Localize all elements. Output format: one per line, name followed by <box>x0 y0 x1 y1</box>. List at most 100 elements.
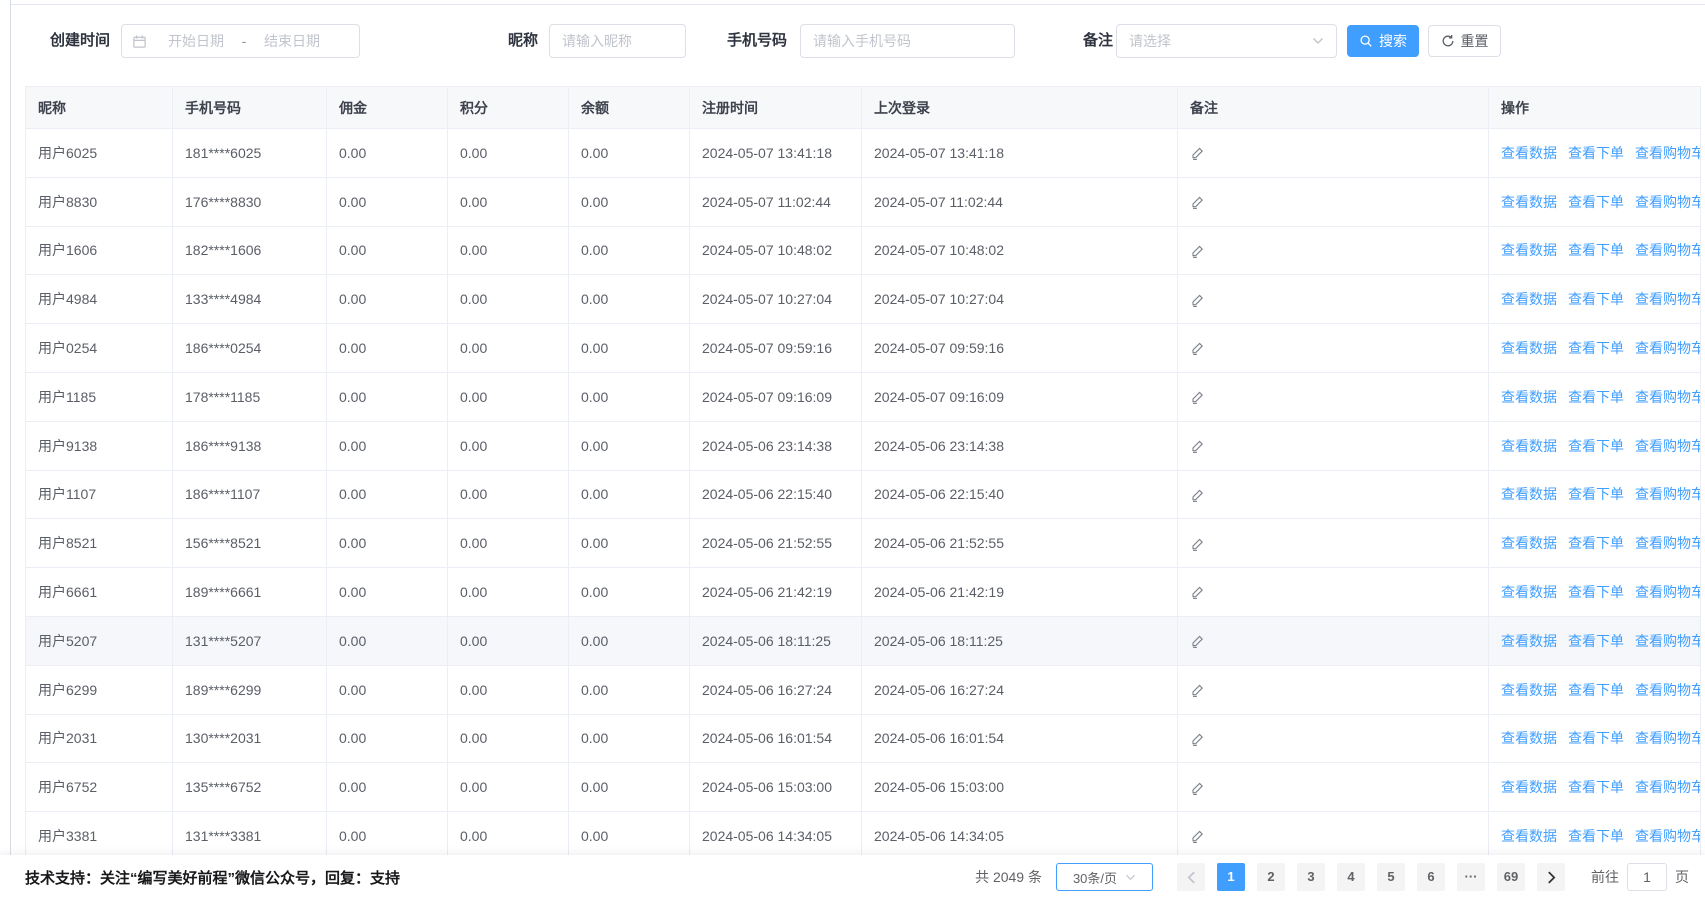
view-data-link[interactable]: 查看数据 <box>1501 535 1557 551</box>
edit-remark-icon[interactable] <box>1190 195 1205 210</box>
edit-remark-icon[interactable] <box>1190 585 1205 600</box>
cell-remark <box>1178 568 1489 617</box>
view-orders-link[interactable]: 查看下单 <box>1568 633 1624 649</box>
edit-remark-icon[interactable] <box>1190 439 1205 454</box>
column-header: 操作 <box>1489 87 1701 129</box>
view-orders-link[interactable]: 查看下单 <box>1568 779 1624 795</box>
view-data-link[interactable]: 查看数据 <box>1501 145 1557 161</box>
page-button-2[interactable]: 2 <box>1257 863 1285 891</box>
view-cart-link[interactable]: 查看购物车 <box>1635 779 1701 795</box>
start-date-placeholder[interactable]: 开始日期 <box>157 31 235 51</box>
reset-button[interactable]: 重置 <box>1428 25 1501 57</box>
cell-nickname: 用户8830 <box>26 177 173 226</box>
nickname-label: 昵称 <box>508 24 538 58</box>
view-data-link[interactable]: 查看数据 <box>1501 682 1557 698</box>
view-cart-link[interactable]: 查看购物车 <box>1635 389 1701 405</box>
cell-remark <box>1178 714 1489 763</box>
remark-select[interactable]: 请选择 <box>1116 24 1337 58</box>
date-range-picker[interactable]: 开始日期 - 结束日期 <box>121 24 360 58</box>
view-orders-link[interactable]: 查看下单 <box>1568 291 1624 307</box>
cell-commission: 0.00 <box>327 177 448 226</box>
view-cart-link[interactable]: 查看购物车 <box>1635 194 1701 210</box>
view-cart-link[interactable]: 查看购物车 <box>1635 438 1701 454</box>
view-orders-link[interactable]: 查看下单 <box>1568 486 1624 502</box>
view-cart-link[interactable]: 查看购物车 <box>1635 535 1701 551</box>
view-orders-link[interactable]: 查看下单 <box>1568 730 1624 746</box>
view-data-link[interactable]: 查看数据 <box>1501 828 1557 844</box>
view-orders-link[interactable]: 查看下单 <box>1568 340 1624 356</box>
view-orders-link[interactable]: 查看下单 <box>1568 194 1624 210</box>
cell-registered: 2024-05-06 15:03:00 <box>690 763 862 812</box>
view-orders-link[interactable]: 查看下单 <box>1568 828 1624 844</box>
view-orders-link[interactable]: 查看下单 <box>1568 145 1624 161</box>
end-date-placeholder[interactable]: 结束日期 <box>253 31 331 51</box>
cell-balance: 0.00 <box>569 372 690 421</box>
remark-select-placeholder: 请选择 <box>1129 31 1312 51</box>
cell-phone: 181****6025 <box>173 129 327 178</box>
view-data-link[interactable]: 查看数据 <box>1501 291 1557 307</box>
cell-nickname: 用户1185 <box>26 372 173 421</box>
cell-last-login: 2024-05-06 18:11:25 <box>862 616 1178 665</box>
page-size-select[interactable]: 30条/页 <box>1056 863 1153 891</box>
cell-balance: 0.00 <box>569 714 690 763</box>
edit-remark-icon[interactable] <box>1190 390 1205 405</box>
view-cart-link[interactable]: 查看购物车 <box>1635 633 1701 649</box>
page-button-5[interactable]: 5 <box>1377 863 1405 891</box>
cell-phone: 189****6299 <box>173 665 327 714</box>
page-button-6[interactable]: 6 <box>1417 863 1445 891</box>
cell-phone: 186****0254 <box>173 324 327 373</box>
view-cart-link[interactable]: 查看购物车 <box>1635 730 1701 746</box>
cell-phone: 186****1107 <box>173 470 327 519</box>
cell-last-login: 2024-05-07 09:16:09 <box>862 372 1178 421</box>
next-page-button[interactable] <box>1537 863 1565 891</box>
view-orders-link[interactable]: 查看下单 <box>1568 584 1624 600</box>
edit-remark-icon[interactable] <box>1190 146 1205 161</box>
edit-remark-icon[interactable] <box>1190 683 1205 698</box>
view-orders-link[interactable]: 查看下单 <box>1568 389 1624 405</box>
page-button-3[interactable]: 3 <box>1297 863 1325 891</box>
view-cart-link[interactable]: 查看购物车 <box>1635 291 1701 307</box>
view-orders-link[interactable]: 查看下单 <box>1568 242 1624 258</box>
goto-page-input[interactable] <box>1627 863 1667 891</box>
page-button-4[interactable]: 4 <box>1337 863 1365 891</box>
view-data-link[interactable]: 查看数据 <box>1501 584 1557 600</box>
view-cart-link[interactable]: 查看购物车 <box>1635 340 1701 356</box>
view-orders-link[interactable]: 查看下单 <box>1568 438 1624 454</box>
nickname-input[interactable] <box>549 24 686 58</box>
phone-input[interactable] <box>800 24 1015 58</box>
view-data-link[interactable]: 查看数据 <box>1501 779 1557 795</box>
view-cart-link[interactable]: 查看购物车 <box>1635 486 1701 502</box>
edit-remark-icon[interactable] <box>1190 293 1205 308</box>
view-data-link[interactable]: 查看数据 <box>1501 486 1557 502</box>
edit-remark-icon[interactable] <box>1190 341 1205 356</box>
view-data-link[interactable]: 查看数据 <box>1501 438 1557 454</box>
edit-remark-icon[interactable] <box>1190 537 1205 552</box>
page-ellipsis-button[interactable]: ··· <box>1457 863 1485 891</box>
view-data-link[interactable]: 查看数据 <box>1501 633 1557 649</box>
edit-remark-icon[interactable] <box>1190 781 1205 796</box>
edit-remark-icon[interactable] <box>1190 732 1205 747</box>
table-row: 用户5207 131****5207 0.00 0.00 0.00 2024-0… <box>26 616 1701 665</box>
view-cart-link[interactable]: 查看购物车 <box>1635 584 1701 600</box>
view-cart-link[interactable]: 查看购物车 <box>1635 828 1701 844</box>
view-cart-link[interactable]: 查看购物车 <box>1635 242 1701 258</box>
page-button-69[interactable]: 69 <box>1497 863 1525 891</box>
edit-remark-icon[interactable] <box>1190 829 1205 844</box>
view-data-link[interactable]: 查看数据 <box>1501 242 1557 258</box>
view-cart-link[interactable]: 查看购物车 <box>1635 145 1701 161</box>
cell-points: 0.00 <box>448 275 569 324</box>
view-data-link[interactable]: 查看数据 <box>1501 194 1557 210</box>
view-cart-link[interactable]: 查看购物车 <box>1635 682 1701 698</box>
view-data-link[interactable]: 查看数据 <box>1501 730 1557 746</box>
view-data-link[interactable]: 查看数据 <box>1501 340 1557 356</box>
view-orders-link[interactable]: 查看下单 <box>1568 682 1624 698</box>
view-orders-link[interactable]: 查看下单 <box>1568 535 1624 551</box>
edit-remark-icon[interactable] <box>1190 488 1205 503</box>
search-button[interactable]: 搜索 <box>1347 25 1419 57</box>
user-admin-page: { "filter": { "created_label": "创建时间", "… <box>0 0 1705 899</box>
edit-remark-icon[interactable] <box>1190 634 1205 649</box>
view-data-link[interactable]: 查看数据 <box>1501 389 1557 405</box>
prev-page-button[interactable] <box>1177 863 1205 891</box>
edit-remark-icon[interactable] <box>1190 244 1205 259</box>
page-button-1[interactable]: 1 <box>1217 863 1245 891</box>
